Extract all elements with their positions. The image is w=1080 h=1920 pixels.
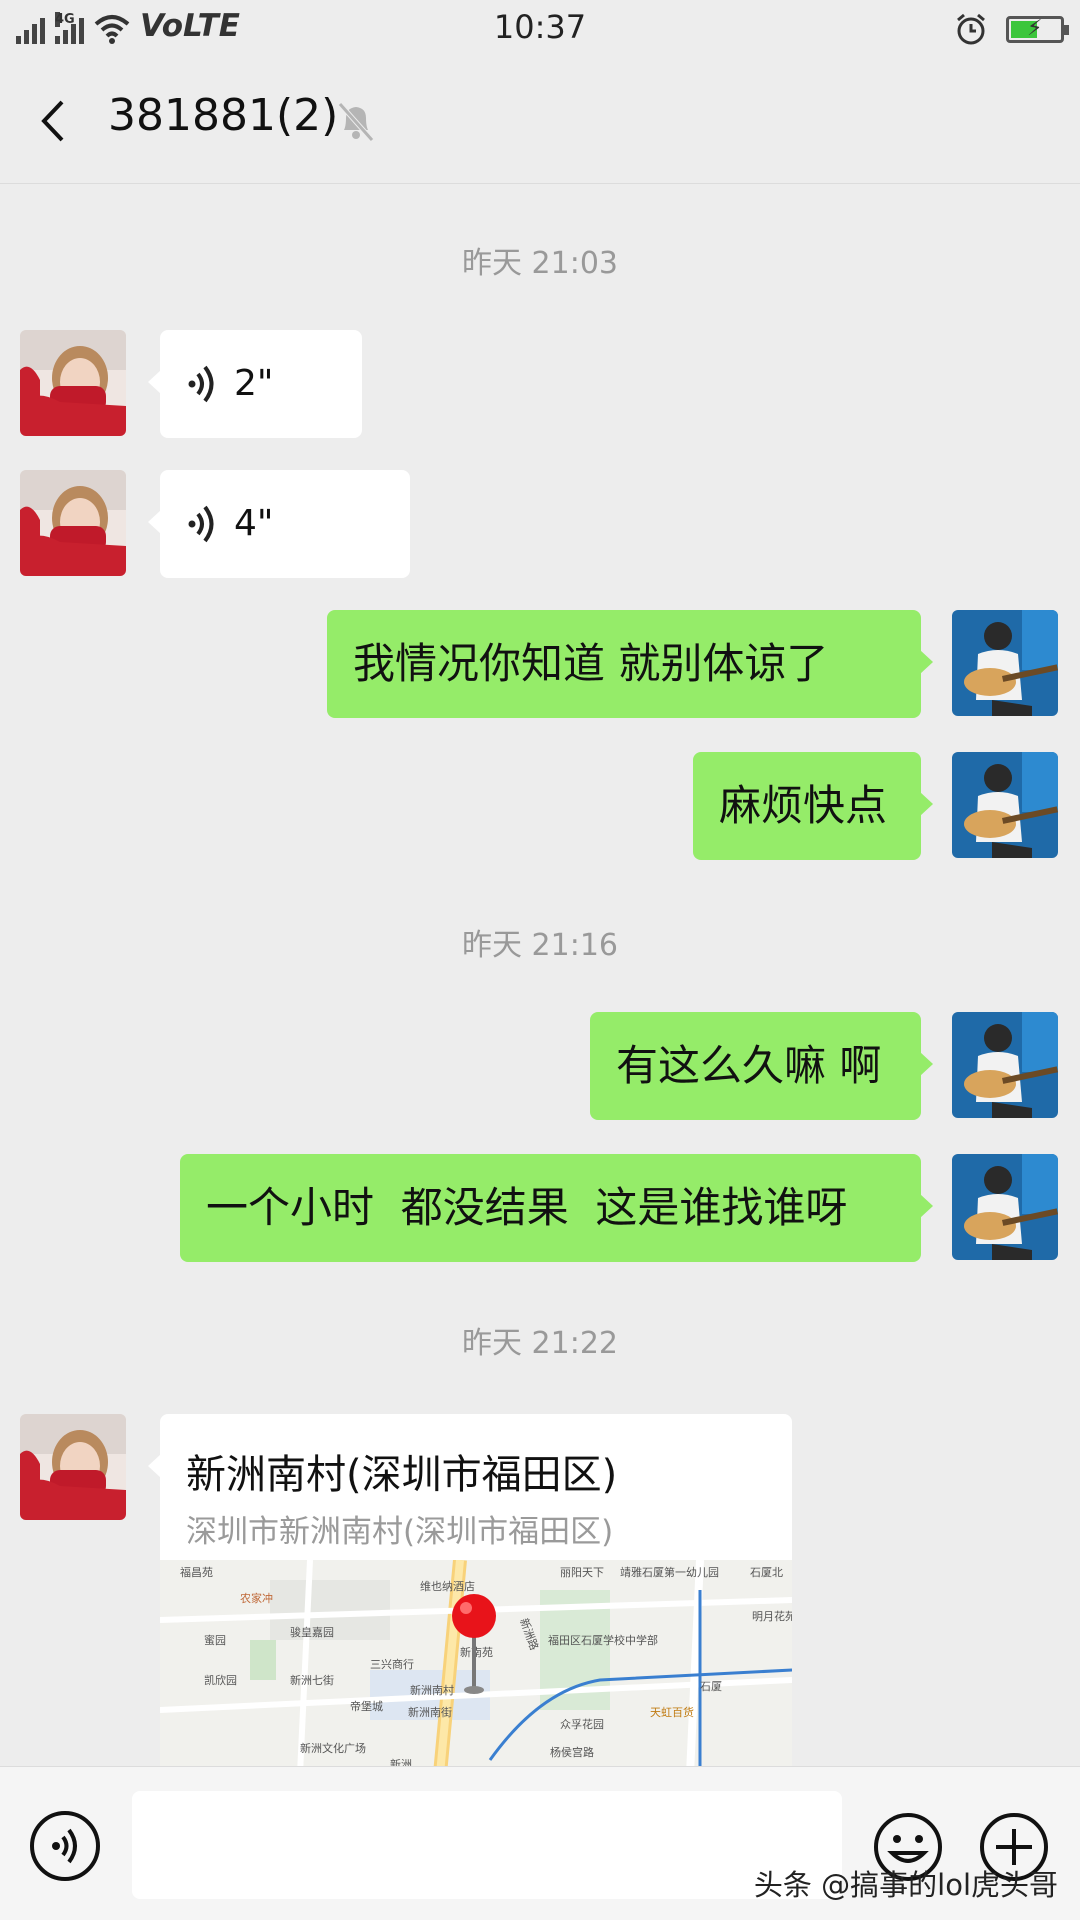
map-label: 靖雅石厦第一幼儿园	[620, 1565, 719, 1579]
map-label: 三兴商行	[370, 1657, 414, 1671]
watermark: 头条 @搞事的lol虎头哥	[753, 1868, 1058, 1902]
map-label: 丽阳天下	[560, 1566, 604, 1579]
text-message-outgoing[interactable]: 一个小时 都没结果 这是谁找谁呀	[180, 1154, 933, 1262]
location-map[interactable]: 福昌苑 农家冲 维也纳酒店 丽阳天下 靖雅石厦第一幼儿园 石厦北 明月花苑 蜜园…	[160, 1560, 792, 1774]
voice-duration: 2"	[234, 363, 274, 404]
voice-message[interactable]: 2"	[148, 330, 362, 438]
message-text: 一个小时 都没结果 这是谁找谁呀	[206, 1183, 848, 1232]
map-label: 农家冲	[240, 1591, 273, 1605]
message-text: 有这么久嘛 啊	[616, 1041, 882, 1090]
map-label: 骏皇嘉园	[290, 1625, 334, 1639]
map-label: 凯欣园	[204, 1673, 237, 1687]
timestamp: 昨天 21:16	[462, 928, 618, 963]
avatar-self[interactable]	[952, 1012, 1058, 1118]
map-label: 新洲文化广场	[300, 1741, 366, 1755]
timestamp: 昨天 21:22	[462, 1326, 618, 1361]
map-label: 杨侯宫路	[550, 1745, 594, 1759]
map-label: 天虹百货	[650, 1705, 694, 1719]
voice-wave-icon	[188, 365, 214, 403]
avatar-contact[interactable]	[20, 1414, 126, 1520]
map-label: 新洲南街	[408, 1705, 452, 1719]
back-icon[interactable]	[36, 98, 72, 144]
voice-message[interactable]: 4"	[148, 470, 410, 578]
map-label: 新洲七街	[290, 1673, 334, 1687]
map-label: 石厦	[700, 1680, 722, 1693]
avatar-contact[interactable]	[20, 470, 126, 576]
text-message-outgoing[interactable]: 我情况你知道 就别体谅了	[327, 610, 933, 718]
battery-icon: ⚡	[1006, 15, 1069, 43]
text-message-outgoing[interactable]: 麻烦快点	[693, 752, 933, 860]
map-label: 明月花苑	[752, 1610, 792, 1623]
map-label: 众孚花园	[560, 1718, 604, 1731]
map-label: 新南苑	[460, 1645, 493, 1659]
avatar-self[interactable]	[952, 752, 1058, 858]
message-input[interactable]	[132, 1791, 842, 1899]
text-message-outgoing[interactable]: 有这么久嘛 啊	[590, 1012, 933, 1120]
status-bar: 4G VoLTE 10:37 ⚡	[0, 0, 1080, 58]
map-label: 蜜园	[204, 1633, 226, 1647]
chat-header: 381881(2)	[0, 58, 1080, 184]
timestamp: 昨天 21:03	[462, 246, 618, 281]
avatar-self[interactable]	[952, 1154, 1058, 1260]
location-message[interactable]: 新洲南村(深圳市福田区) 深圳市新洲南村(深圳市福田区) 福昌苑 农家冲 维也纳…	[160, 1414, 792, 1774]
chat-title: 381881(2)	[108, 90, 339, 141]
avatar-contact[interactable]	[20, 330, 126, 436]
voice-duration: 4"	[234, 503, 274, 544]
map-label: 维也纳酒店	[420, 1579, 475, 1593]
voice-wave-icon	[188, 505, 214, 543]
map-label: 新洲南村	[410, 1683, 454, 1697]
message-text: 麻烦快点	[719, 781, 888, 830]
bell-off-icon	[338, 102, 374, 142]
map-label: 福昌苑	[180, 1565, 213, 1579]
status-time: 10:37	[493, 8, 587, 46]
map-label: 福田区石厦学校中学部	[548, 1633, 658, 1647]
voice-mode-icon	[52, 1828, 77, 1864]
alarm-icon	[957, 13, 985, 45]
voice-mode-button[interactable]	[30, 1811, 100, 1881]
map-label: 石厦北	[750, 1566, 783, 1579]
message-text: 我情况你知道 就别体谅了	[353, 639, 829, 688]
avatar-self[interactable]	[952, 610, 1058, 716]
location-title: 新洲南村(深圳市福田区)	[186, 1452, 618, 1498]
map-label: 帝堡城	[350, 1699, 383, 1713]
location-address: 深圳市新洲南村(深圳市福田区)	[186, 1514, 614, 1550]
